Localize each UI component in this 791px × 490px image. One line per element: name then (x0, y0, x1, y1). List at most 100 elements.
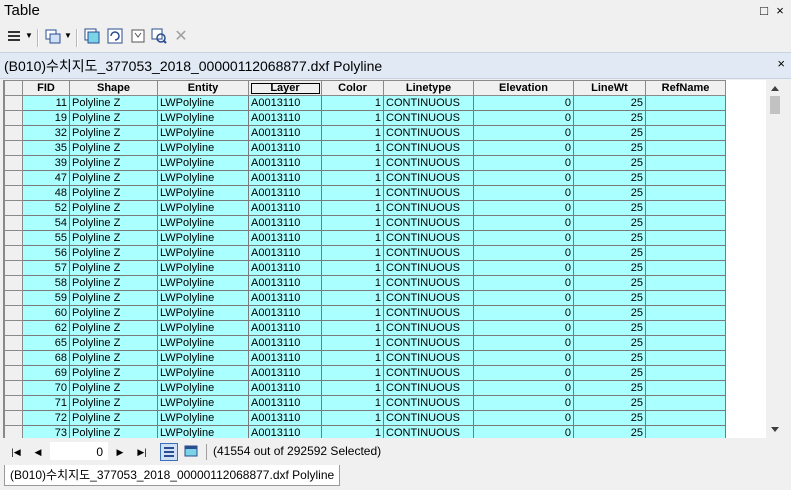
cell-linewt[interactable]: 25 (573, 350, 646, 366)
cell-elevation[interactable]: 0 (473, 200, 574, 216)
table-row[interactable]: 62 Polyline Z LWPolyline A0013110 1 CONTINUOU… (4, 320, 726, 336)
show-all-records-icon[interactable] (160, 443, 178, 461)
cell-elevation[interactable]: 0 (473, 140, 574, 156)
table-row[interactable]: 73 Polyline Z LWPolyline A0013110 1 CONTINUOU… (4, 425, 726, 438)
table-row[interactable]: 59 Polyline Z LWPolyline A0013110 1 CONTINUOU… (4, 290, 726, 306)
table-row[interactable]: 57 Polyline Z LWPolyline A0013110 1 CONTINUOU… (4, 260, 726, 276)
cell-shape[interactable]: Polyline Z (69, 335, 158, 351)
close-table-icon[interactable]: × (777, 56, 785, 71)
cell-refname[interactable] (645, 275, 726, 291)
cell-fid[interactable]: 52 (22, 200, 70, 216)
cell-shape[interactable]: Polyline Z (69, 410, 158, 426)
row-selector[interactable] (4, 260, 23, 276)
cell-refname[interactable] (645, 215, 726, 231)
table-row[interactable]: 52 Polyline Z LWPolyline A0013110 1 CONTINUOU… (4, 200, 726, 216)
cell-fid[interactable]: 62 (22, 320, 70, 336)
attribute-table-grid[interactable]: FID Shape Entity Layer Color Linetype Elevatio… (3, 80, 766, 438)
cell-color[interactable]: 1 (321, 290, 384, 306)
cell-linewt[interactable]: 25 (573, 275, 646, 291)
cell-linewt[interactable]: 25 (573, 140, 646, 156)
cell-layer[interactable]: A0013110 (248, 110, 322, 126)
cell-linewt[interactable]: 25 (573, 110, 646, 126)
scroll-thumb[interactable] (770, 96, 780, 114)
row-selector[interactable] (4, 110, 23, 126)
cell-linewt[interactable]: 25 (573, 320, 646, 336)
cell-linetype[interactable]: CONTINUOUS (383, 125, 474, 141)
cell-elevation[interactable]: 0 (473, 350, 574, 366)
cell-elevation[interactable]: 0 (473, 290, 574, 306)
cell-linewt[interactable]: 25 (573, 95, 646, 111)
cell-linetype[interactable]: CONTINUOUS (383, 290, 474, 306)
cell-color[interactable]: 1 (321, 155, 384, 171)
cell-linetype[interactable]: CONTINUOUS (383, 365, 474, 381)
cell-linetype[interactable]: CONTINUOUS (383, 155, 474, 171)
table-row[interactable]: 56 Polyline Z LWPolyline A0013110 1 CONTINUOU… (4, 245, 726, 261)
show-selected-records-icon[interactable] (183, 443, 201, 461)
cell-linetype[interactable]: CONTINUOUS (383, 380, 474, 396)
vertical-scrollbar[interactable] (766, 80, 784, 438)
row-selector[interactable] (4, 335, 23, 351)
cell-color[interactable]: 1 (321, 365, 384, 381)
cell-linewt[interactable]: 25 (573, 170, 646, 186)
cell-fid[interactable]: 68 (22, 350, 70, 366)
table-row[interactable]: 48 Polyline Z LWPolyline A0013110 1 CONTINUOU… (4, 185, 726, 201)
last-record-icon[interactable]: ▶| (135, 444, 149, 460)
zoom-to-selected-icon[interactable] (150, 28, 168, 46)
row-selector[interactable] (4, 125, 23, 141)
cell-entity[interactable]: LWPolyline (157, 290, 249, 306)
cell-entity[interactable]: LWPolyline (157, 185, 249, 201)
table-row[interactable]: 54 Polyline Z LWPolyline A0013110 1 CONTINUOU… (4, 215, 726, 231)
cell-fid[interactable]: 39 (22, 155, 70, 171)
table-row[interactable]: 68 Polyline Z LWPolyline A0013110 1 CONTINUOU… (4, 350, 726, 366)
cell-refname[interactable] (645, 170, 726, 186)
cell-linetype[interactable]: CONTINUOUS (383, 95, 474, 111)
cell-refname[interactable] (645, 125, 726, 141)
cell-shape[interactable]: Polyline Z (69, 275, 158, 291)
table-row[interactable]: 19 Polyline Z LWPolyline A0013110 1 CONTINUOU… (4, 110, 726, 126)
cell-fid[interactable]: 71 (22, 395, 70, 411)
row-selector[interactable] (4, 320, 23, 336)
cell-layer[interactable]: A0013110 (248, 185, 322, 201)
cell-fid[interactable]: 59 (22, 290, 70, 306)
cell-entity[interactable]: LWPolyline (157, 395, 249, 411)
cell-elevation[interactable]: 0 (473, 155, 574, 171)
table-row[interactable]: 55 Polyline Z LWPolyline A0013110 1 CONTINUOU… (4, 230, 726, 246)
table-row[interactable]: 58 Polyline Z LWPolyline A0013110 1 CONTINUOU… (4, 275, 726, 291)
cell-elevation[interactable]: 0 (473, 185, 574, 201)
cell-linetype[interactable]: CONTINUOUS (383, 335, 474, 351)
cell-color[interactable]: 1 (321, 380, 384, 396)
cell-color[interactable]: 1 (321, 425, 384, 438)
cell-refname[interactable] (645, 380, 726, 396)
cell-entity[interactable]: LWPolyline (157, 245, 249, 261)
row-selector[interactable] (4, 140, 23, 156)
cell-fid[interactable]: 19 (22, 110, 70, 126)
cell-refname[interactable] (645, 110, 726, 126)
cell-shape[interactable]: Polyline Z (69, 290, 158, 306)
row-selector[interactable] (4, 275, 23, 291)
cell-linetype[interactable]: CONTINUOUS (383, 185, 474, 201)
column-header-layer[interactable]: Layer (248, 80, 322, 96)
cell-linetype[interactable]: CONTINUOUS (383, 425, 474, 438)
row-selector[interactable] (4, 410, 23, 426)
cell-fid[interactable]: 47 (22, 170, 70, 186)
cell-linetype[interactable]: CONTINUOUS (383, 305, 474, 321)
cell-color[interactable]: 1 (321, 170, 384, 186)
cell-shape[interactable]: Polyline Z (69, 200, 158, 216)
next-record-icon[interactable]: ▶ (113, 444, 127, 460)
cell-fid[interactable]: 70 (22, 380, 70, 396)
cell-layer[interactable]: A0013110 (248, 425, 322, 438)
cell-shape[interactable]: Polyline Z (69, 320, 158, 336)
cell-refname[interactable] (645, 395, 726, 411)
cell-fid[interactable]: 55 (22, 230, 70, 246)
cell-layer[interactable]: A0013110 (248, 320, 322, 336)
cell-layer[interactable]: A0013110 (248, 365, 322, 381)
cell-elevation[interactable]: 0 (473, 395, 574, 411)
table-row[interactable]: 72 Polyline Z LWPolyline A0013110 1 CONTINUOU… (4, 410, 726, 426)
cell-color[interactable]: 1 (321, 305, 384, 321)
column-header-elevation[interactable]: Elevation (473, 80, 574, 96)
cell-layer[interactable]: A0013110 (248, 215, 322, 231)
column-header-refname[interactable]: RefName (645, 80, 726, 96)
cell-linewt[interactable]: 25 (573, 365, 646, 381)
cell-entity[interactable]: LWPolyline (157, 215, 249, 231)
cell-entity[interactable]: LWPolyline (157, 155, 249, 171)
